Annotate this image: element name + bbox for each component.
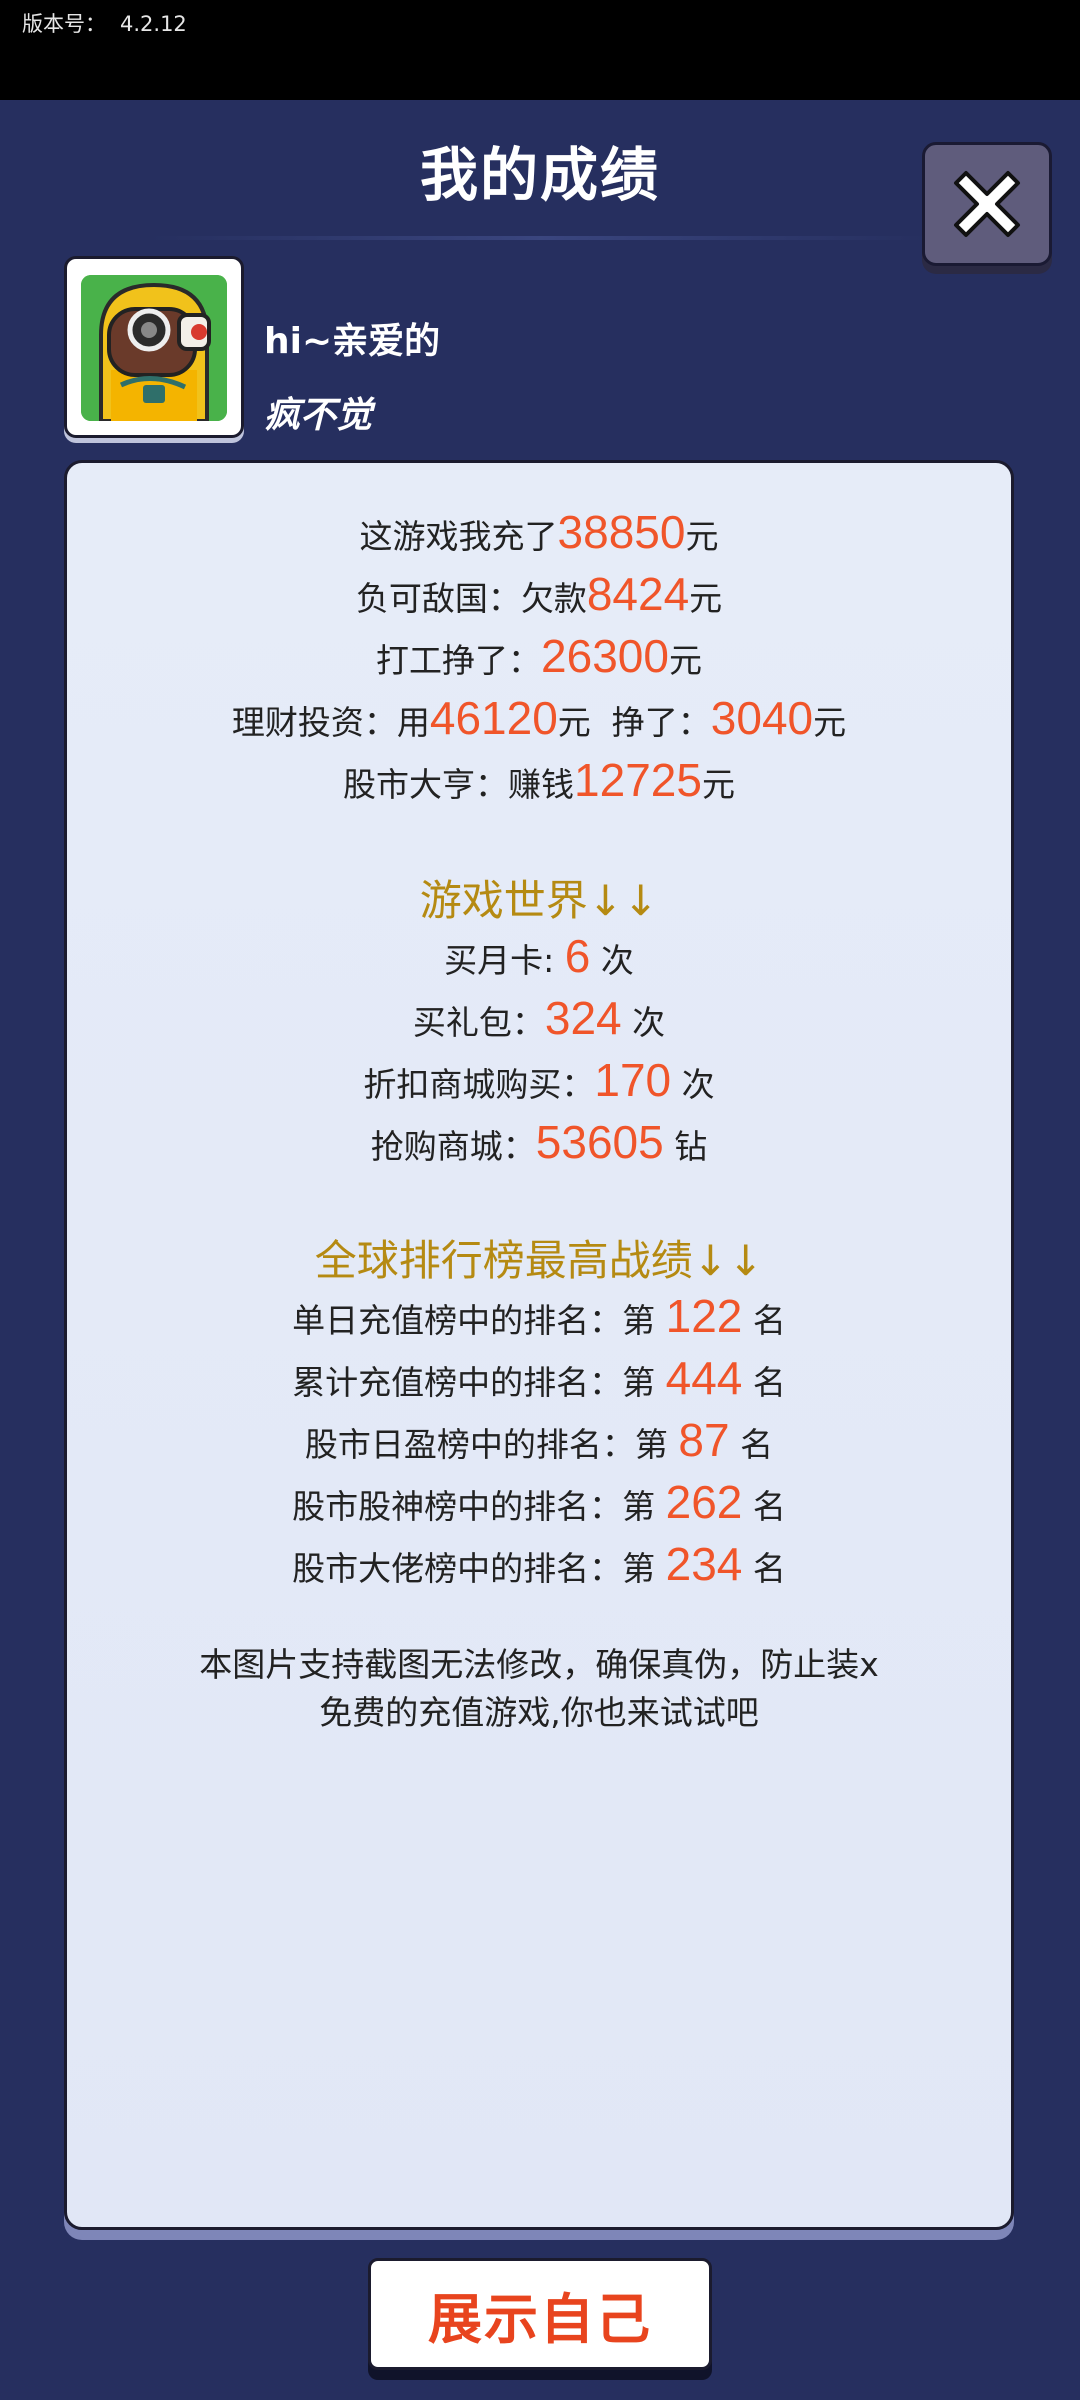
stat-stock-label: 股市大亨：赚钱 [343,765,575,804]
stat-invest: 理财投资：用46120元 挣了：3040元 [67,691,1011,745]
stat-invest-mid: 元 挣了： [557,703,711,742]
rank-value: 122 [665,1290,743,1342]
rank-unit: 名 [742,1301,786,1340]
stat-stock-unit: 元 [701,765,735,804]
stat-work-value: 26300 [541,630,669,682]
disclaimer-text: 本图片支持截图无法修改，确保真伪，防止装x 免费的充值游戏,你也来试试吧 [67,1641,1011,1737]
rank-label: 股市大佬榜中的排名：第 [292,1549,666,1588]
disclaimer-line-1: 本图片支持截图无法修改，确保真伪，防止装x [199,1645,879,1684]
rank-unit: 名 [742,1487,786,1526]
section-title-ranking: 全球排行榜最高战绩↓↓ [314,1236,764,1285]
game-stat-label: 抢购商城： [370,1127,536,1166]
page-title: 我的成绩 [419,141,660,209]
game-stat-discount-shop: 折扣商城购买：170 次 [67,1053,1011,1107]
show-myself-button[interactable]: 展示自己 [368,2258,712,2370]
rank-value: 234 [665,1538,743,1590]
rank-label: 股市股神榜中的排名：第 [292,1487,666,1526]
stat-work: 打工挣了：26300元 [67,629,1011,683]
game-stat-value: 324 [544,992,622,1044]
game-stat-value: 170 [594,1054,672,1106]
stat-stock: 股市大亨：赚钱12725元 [67,753,1011,807]
game-stat-monthly-card: 买月卡: 6 次 [67,929,1011,983]
avatar [81,275,227,421]
game-stat-label: 买礼包： [412,1003,545,1042]
game-stat-label: 买月卡: [444,941,565,980]
game-stat-gift-pack: 买礼包：324 次 [67,991,1011,1045]
game-stat-unit: 次 [671,1065,715,1104]
stat-invest-unit: 元 [813,703,847,742]
stat-debt-label: 负可敌国：欠款 [355,579,587,618]
stat-debt: 负可敌国：欠款8424元 [67,567,1011,621]
disclaimer-line-2: 免费的充值游戏,你也来试试吧 [319,1693,759,1732]
stat-debt-unit: 元 [689,579,723,618]
stat-debt-value: 8424 [586,568,690,620]
game-stat-flash-shop: 抢购商城：53605 钻 [67,1115,1011,1169]
rank-unit: 名 [742,1363,786,1402]
rank-label: 股市日盈榜中的排名：第 [304,1425,679,1464]
section-title-game-world: 游戏世界↓↓ [419,876,659,925]
rank-stock-boss: 股市大佬榜中的排名：第 234 名 [67,1537,1011,1591]
stat-recharge: 这游戏我充了38850元 [67,505,1011,559]
rank-label: 累计充值榜中的排名：第 [292,1363,666,1402]
greeting-text: hi~亲爱的 [264,321,441,362]
game-stat-unit: 钻 [663,1127,708,1166]
avatar-frame[interactable] [64,256,244,438]
gas-mask-character-icon [81,275,227,421]
stat-invest-label: 理财投资：用 [231,703,430,742]
rank-label: 单日充值榜中的排名：第 [292,1301,666,1340]
rank-total-recharge: 累计充值榜中的排名：第 444 名 [67,1351,1011,1405]
rank-stock-god: 股市股神榜中的排名：第 262 名 [67,1475,1011,1529]
rank-value: 262 [665,1476,743,1528]
stat-work-unit: 元 [668,641,702,680]
stat-invest-spent: 46120 [429,692,558,744]
game-stat-unit: 次 [590,941,634,980]
rank-value: 87 [678,1414,730,1466]
close-button[interactable] [922,142,1052,266]
achievement-panel: 这游戏我充了38850元 负可敌国：欠款8424元 打工挣了：26300元 理财… [64,460,1014,2230]
rank-daily-recharge: 单日充值榜中的排名：第 122 名 [67,1289,1011,1343]
stat-stock-value: 12725 [574,754,702,806]
stat-recharge-label: 这游戏我充了 [359,517,558,556]
title-divider [150,236,930,240]
rank-value: 444 [665,1352,743,1404]
status-bar: 版本号： 4.2.12 [0,0,1080,100]
rank-unit: 名 [742,1549,786,1588]
stat-work-label: 打工挣了： [376,641,542,680]
version-number: 4.2.12 [120,12,187,36]
game-stat-label: 折扣商城购买： [363,1065,595,1104]
version-label: 版本号： 4.2.12 [22,8,187,38]
game-stat-unit: 次 [621,1003,666,1042]
rank-stock-daily-profit: 股市日盈榜中的排名：第 87 名 [67,1413,1011,1467]
game-stat-value: 53605 [535,1116,664,1168]
close-icon [954,171,1020,237]
stat-recharge-unit: 元 [685,517,719,556]
game-stat-value: 6 [564,930,591,982]
stat-invest-earned: 3040 [710,692,814,744]
username-text: 疯不觉 [264,395,373,436]
stat-recharge-value: 38850 [557,506,686,558]
version-prefix: 版本号： [22,12,106,36]
rank-unit: 名 [729,1425,774,1464]
